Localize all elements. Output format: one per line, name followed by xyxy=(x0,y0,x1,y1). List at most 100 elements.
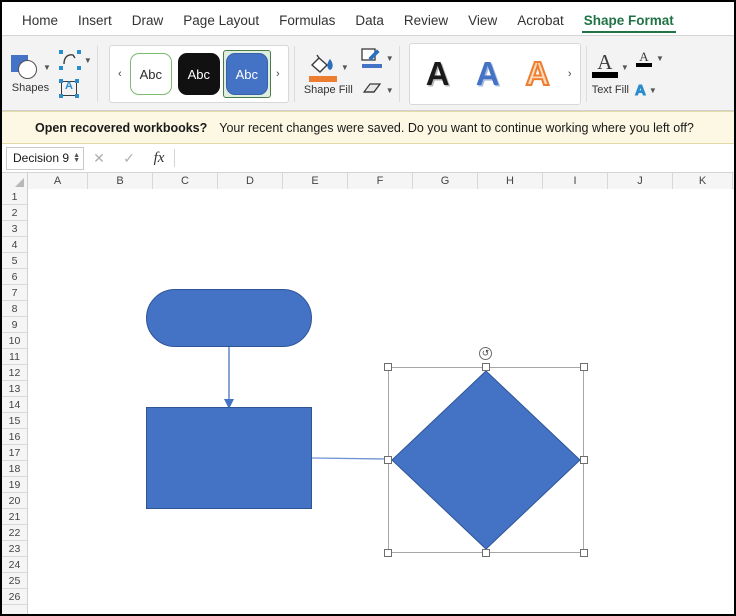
ribbon-tab-draw[interactable]: Draw xyxy=(122,10,174,35)
column-header-I[interactable]: I xyxy=(543,173,608,189)
ribbon-tab-shape-format[interactable]: Shape Format xyxy=(574,10,684,35)
column-header-D[interactable]: D xyxy=(218,173,283,189)
chevron-down-icon[interactable]: ▼ xyxy=(341,63,349,72)
ribbon-tab-insert[interactable]: Insert xyxy=(68,10,122,35)
group-wordart-styles: A A A › xyxy=(398,38,586,110)
row-header-24[interactable]: 24 xyxy=(2,557,27,573)
column-header-J[interactable]: J xyxy=(608,173,673,189)
text-effects-button[interactable]: A ▼ xyxy=(634,79,664,101)
shapes-button[interactable]: ▼ Shapes xyxy=(10,54,51,94)
name-box-spinner[interactable]: ▲ ▼ xyxy=(73,152,80,164)
ribbon-tab-formulas[interactable]: Formulas xyxy=(269,10,345,35)
shape-style-thumb-light[interactable]: Abc xyxy=(127,50,175,98)
row-header-11[interactable]: 11 xyxy=(2,349,27,365)
ribbon-tab-review[interactable]: Review xyxy=(394,10,458,35)
shape-styles-gallery[interactable]: ‹ Abc Abc Abc › xyxy=(108,45,289,103)
row-header-14[interactable]: 14 xyxy=(2,397,27,413)
shape-style-thumb-dark[interactable]: Abc xyxy=(175,50,223,98)
row-header-22[interactable]: 22 xyxy=(2,525,27,541)
process-shape[interactable] xyxy=(146,407,312,509)
shape-effects-button[interactable]: ▼ xyxy=(361,79,394,101)
terminator-shape[interactable] xyxy=(146,289,312,347)
formula-input[interactable] xyxy=(175,146,734,170)
wordart-styles-gallery[interactable]: A A A › xyxy=(408,43,581,105)
insert-function-button[interactable]: fx xyxy=(144,150,174,167)
row-header-16[interactable]: 16 xyxy=(2,429,27,445)
chevron-down-icon[interactable]: ▼ xyxy=(656,54,664,63)
ribbon-tab-acrobat[interactable]: Acrobat xyxy=(507,10,574,35)
shape-style-thumb-blue[interactable]: Abc xyxy=(222,50,271,98)
edit-shape-button[interactable]: ▼ xyxy=(58,49,92,71)
row-header-4[interactable]: 4 xyxy=(2,237,27,253)
text-outline-button[interactable]: A ▼ xyxy=(635,47,664,69)
text-fill-button[interactable]: A ▼ Text Fill xyxy=(591,52,629,97)
row-header-6[interactable]: 6 xyxy=(2,269,27,285)
message-headline: Open recovered workbooks? xyxy=(35,120,208,135)
column-header-B[interactable]: B xyxy=(88,173,153,189)
column-header-K[interactable]: K xyxy=(673,173,733,189)
row-header-15[interactable]: 15 xyxy=(2,413,27,429)
shape-fill-button[interactable]: ▼ Shape Fill xyxy=(304,52,353,96)
resize-handle-nw[interactable] xyxy=(384,363,392,371)
wordart-style-thumb-orange[interactable]: A xyxy=(513,51,563,97)
name-box[interactable]: Decision 9 ▲ ▼ xyxy=(6,146,84,170)
row-header-26[interactable]: 26 xyxy=(2,589,27,605)
resize-handle-n[interactable] xyxy=(482,363,490,371)
gallery-prev-button[interactable]: ‹ xyxy=(113,68,127,80)
row-header-23[interactable]: 23 xyxy=(2,541,27,557)
row-header-17[interactable]: 17 xyxy=(2,445,27,461)
drawing-canvas[interactable]: ↺ xyxy=(28,189,734,614)
row-header-3[interactable]: 3 xyxy=(2,221,27,237)
text-fill-color-swatch xyxy=(591,72,618,78)
row-header-7[interactable]: 7 xyxy=(2,285,27,301)
column-header-C[interactable]: C xyxy=(153,173,218,189)
row-header-19[interactable]: 19 xyxy=(2,477,27,493)
chevron-down-icon[interactable]: ▼ xyxy=(386,54,394,63)
row-header-20[interactable]: 20 xyxy=(2,493,27,509)
chevron-down-icon[interactable]: ▼ xyxy=(43,63,51,72)
column-header-F[interactable]: F xyxy=(348,173,413,189)
recovered-workbooks-message-bar[interactable]: Open recovered workbooks? Your recent ch… xyxy=(2,111,734,144)
row-header-1[interactable]: 1 xyxy=(2,189,27,205)
shape-style-preview-label: Abc xyxy=(177,53,220,95)
row-header-9[interactable]: 9 xyxy=(2,317,27,333)
row-header-13[interactable]: 13 xyxy=(2,381,27,397)
row-header-8[interactable]: 8 xyxy=(2,301,27,317)
confirm-entry-button[interactable]: ✓ xyxy=(114,150,144,167)
row-header-12[interactable]: 12 xyxy=(2,365,27,381)
resize-handle-se[interactable] xyxy=(580,549,588,557)
column-header-G[interactable]: G xyxy=(413,173,478,189)
ribbon-tab-data[interactable]: Data xyxy=(345,10,394,35)
formula-bar: Decision 9 ▲ ▼ ✕ ✓ fx xyxy=(2,144,734,173)
rotate-handle[interactable]: ↺ xyxy=(479,347,492,360)
row-header-10[interactable]: 10 xyxy=(2,333,27,349)
resize-handle-s[interactable] xyxy=(482,549,490,557)
ribbon-tab-view[interactable]: View xyxy=(458,10,507,35)
chevron-down-icon[interactable]: ▼ xyxy=(386,86,394,95)
wordart-style-thumb-blue[interactable]: A xyxy=(463,51,513,97)
column-header-H[interactable]: H xyxy=(478,173,543,189)
resize-handle-sw[interactable] xyxy=(384,549,392,557)
row-header-21[interactable]: 21 xyxy=(2,509,27,525)
shape-outline-button[interactable]: ▼ xyxy=(361,47,394,69)
column-header-E[interactable]: E xyxy=(283,173,348,189)
row-header-18[interactable]: 18 xyxy=(2,461,27,477)
chevron-down-icon[interactable]: ▼ xyxy=(621,63,629,72)
resize-handle-ne[interactable] xyxy=(580,363,588,371)
chevron-down-icon[interactable]: ▼ xyxy=(84,56,92,65)
chevron-down-icon[interactable]: ▼ xyxy=(649,86,657,95)
wordart-style-thumb-black[interactable]: A xyxy=(413,51,463,97)
wordart-gallery-next-button[interactable]: › xyxy=(563,68,577,80)
resize-handle-w[interactable] xyxy=(384,456,392,464)
ribbon-tab-page-layout[interactable]: Page Layout xyxy=(173,10,269,35)
select-all-corner[interactable] xyxy=(2,173,28,189)
column-header-A[interactable]: A xyxy=(28,173,88,189)
row-header-2[interactable]: 2 xyxy=(2,205,27,221)
text-box-button[interactable]: A xyxy=(58,77,92,99)
ribbon-tab-home[interactable]: Home xyxy=(12,10,68,35)
gallery-next-button[interactable]: › xyxy=(271,68,285,80)
cancel-entry-button[interactable]: ✕ xyxy=(84,150,114,167)
row-header-5[interactable]: 5 xyxy=(2,253,27,269)
row-header-25[interactable]: 25 xyxy=(2,573,27,589)
resize-handle-e[interactable] xyxy=(580,456,588,464)
